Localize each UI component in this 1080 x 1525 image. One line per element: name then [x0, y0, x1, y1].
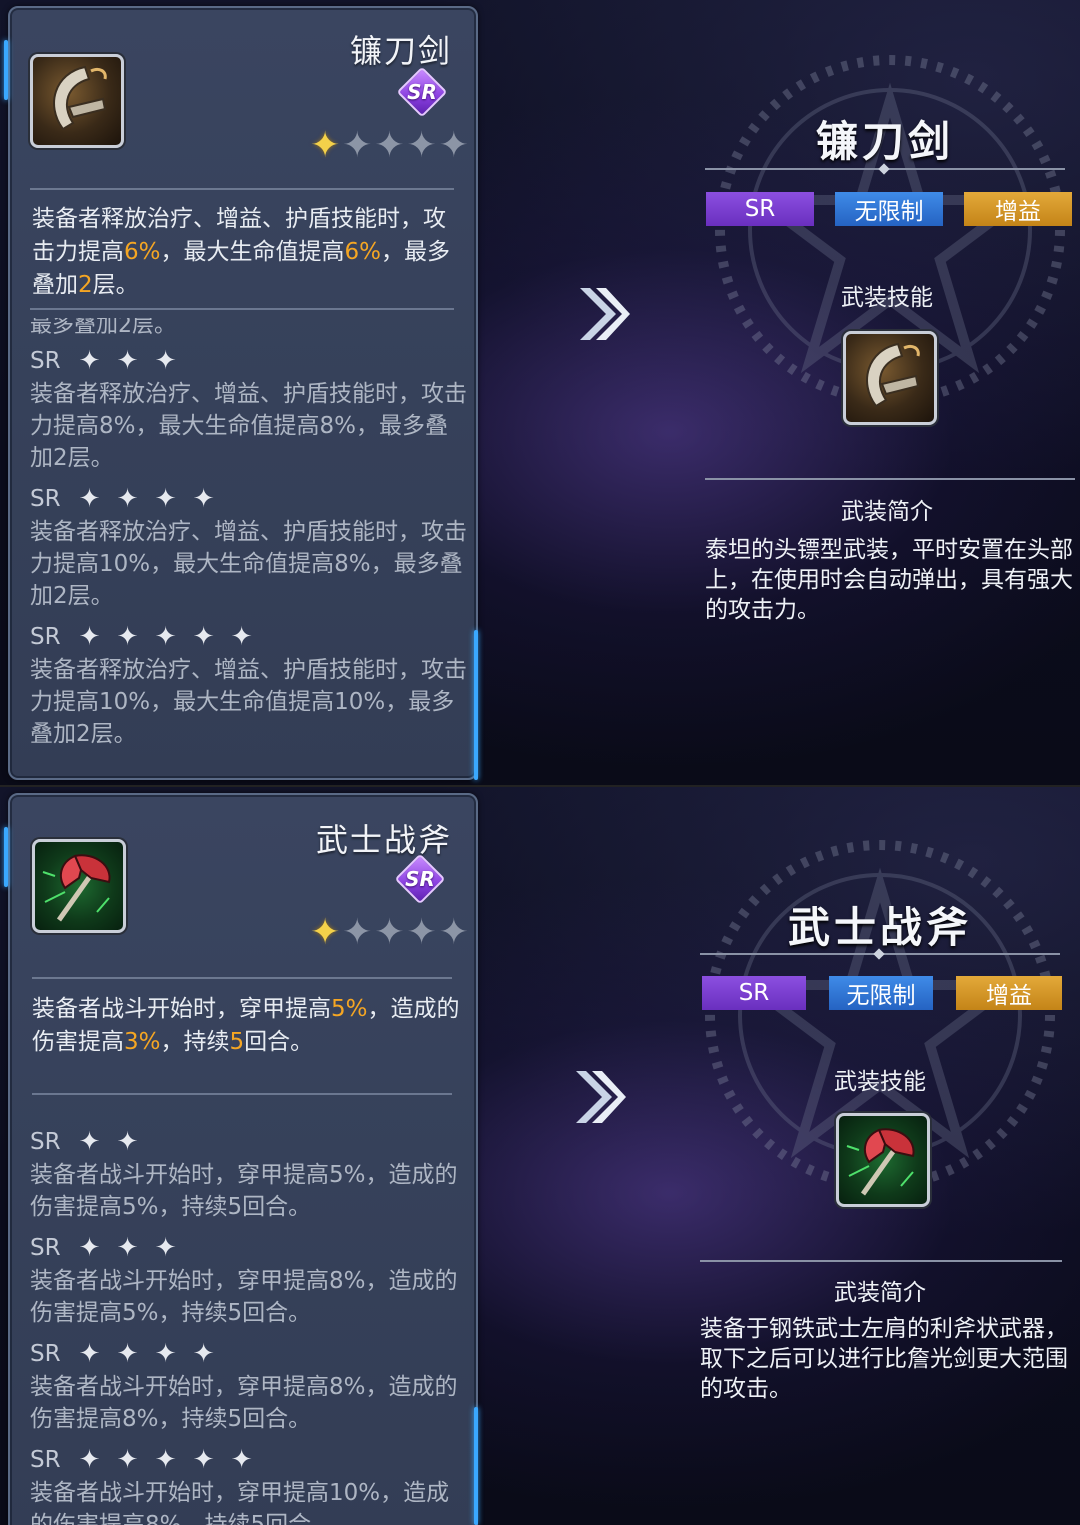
main-effect-text: 装备者释放治疗、增益、护盾技能时，攻击力提高6%，最大生命值提高6%，最多叠加2…: [32, 206, 450, 298]
list-item: SR ✦ ✦ ✦ ✦ ✦ 装备者释放治疗、增益、护盾技能时，攻击力提高10%，最大…: [30, 622, 467, 747]
intro-text: 装备于钢铁武士左肩的利斧状武器，取下之后可以进行比詹光剑更大范围的攻击。: [700, 1316, 1068, 1402]
list-item: SR ✦ ✦ ✦ ✦ 装备者释放治疗、增益、护盾技能时，攻击力提高10%，最大生命…: [30, 484, 467, 609]
star-icon: ✦: [438, 125, 469, 166]
skill-label: 武装技能: [841, 285, 933, 311]
divider: [30, 188, 454, 190]
star-icon: ✦ ✦ ✦: [78, 1233, 181, 1263]
list-item: SR ✦ ✦ 装备者战斗开始时，穿甲提高5%，造成的伤害提高5%，持续5回合。: [30, 1127, 458, 1220]
chevron-right-icon: [576, 1071, 626, 1123]
weapon-name: 镰刀剑: [349, 32, 452, 70]
rarity-tag: SR: [706, 192, 814, 226]
intro-text: 泰坦的头镖型武装，平时安置在头部上，在使用时会自动弹出，具有强大的攻击力。: [705, 537, 1073, 623]
star-icon: ✦: [310, 912, 341, 953]
type-tag: 增益: [956, 976, 1062, 1010]
intro-label: 武装简介: [841, 499, 933, 525]
star-rating: ✦ ✦ ✦ ✦ ✦: [310, 128, 469, 164]
list-item: SR ✦ ✦ ✦ ✦ ✦ 装备者战斗开始时，穿甲提高10%，造成的伤害提高8%，持…: [30, 1445, 450, 1525]
divider: [32, 977, 452, 979]
battle-axe-icon: [846, 1128, 915, 1196]
weapon-detail-panel: 武士战斧 SR ✦ ✦ ✦ ✦ ✦ 装备者战斗开始时，穿甲提高5%，造成的伤害提…: [8, 793, 478, 1525]
skill-icon[interactable]: [836, 1113, 930, 1207]
info-title: 镰刀剑: [815, 117, 954, 166]
star-icon: ✦: [406, 125, 437, 166]
weapon-name: 武士战斧: [315, 821, 452, 859]
star-level-list[interactable]: 最多叠加2层。 SR ✦ ✦ ✦ 装备者释放治疗、增益、护盾技能时，攻击力提高8%…: [30, 318, 470, 758]
star-icon: ✦ ✦ ✦ ✦ ✦: [78, 622, 257, 652]
skill-icon[interactable]: [843, 331, 937, 425]
cutoff-text: 最多叠加2层。: [30, 318, 176, 334]
star-level-list[interactable]: SR ✦ ✦ 装备者战斗开始时，穿甲提高5%，造成的伤害提高5%，持续5回合。 S…: [30, 1125, 470, 1525]
star-icon: ✦: [342, 125, 373, 166]
rarity-tag: SR: [702, 976, 806, 1010]
star-icon: ✦: [342, 912, 373, 953]
star-icon: ✦: [406, 912, 437, 953]
chevron-right-icon: [580, 288, 630, 340]
rarity-badge: SR: [396, 66, 448, 118]
star-rating: ✦ ✦ ✦ ✦ ✦: [310, 915, 469, 951]
star-icon: ✦ ✦ ✦ ✦: [78, 1339, 219, 1369]
star-icon: ✦ ✦ ✦ ✦: [78, 484, 219, 514]
divider: [30, 308, 454, 310]
restriction-tag: 无限制: [835, 192, 943, 226]
type-tag: 增益: [964, 192, 1072, 226]
star-icon: ✦ ✦ ✦ ✦ ✦: [78, 1445, 257, 1475]
star-icon: ✦: [374, 912, 405, 953]
main-effect-text: 装备者战斗开始时，穿甲提高5%，造成的伤害提高3%，持续5回合。: [32, 996, 460, 1055]
rarity-badge: SR: [394, 853, 446, 905]
sickle-blade-icon: [30, 54, 124, 148]
list-item: SR ✦ ✦ ✦ 装备者战斗开始时，穿甲提高8%，造成的伤害提高5%，持续5回合。: [30, 1233, 458, 1326]
weapon-detail-panel: 镰刀剑 SR ✦ ✦ ✦ ✦ ✦ 装备者释放治疗、增益、护盾技能时，攻击力提高6…: [8, 6, 478, 780]
weapon-screen-1: 镰刀剑 SR ✦ ✦ ✦ ✦ ✦ 装备者释放治疗、增益、护盾技能时，攻击力提高6…: [0, 0, 1080, 785]
star-icon: ✦: [374, 125, 405, 166]
list-item: SR ✦ ✦ ✦ ✦ 装备者战斗开始时，穿甲提高8%，造成的伤害提高8%，持续5回…: [30, 1339, 458, 1432]
star-icon: ✦ ✦: [78, 1127, 143, 1157]
info-title: 武士战斧: [787, 903, 972, 952]
sickle-blade-icon: [866, 342, 920, 408]
star-icon: ✦: [438, 912, 469, 953]
restriction-tag: 无限制: [829, 976, 933, 1010]
star-icon: ✦ ✦ ✦: [78, 346, 181, 376]
star-icon: ✦: [310, 125, 341, 166]
divider: [32, 1093, 452, 1095]
list-item: SR ✦ ✦ ✦ 装备者释放治疗、增益、护盾技能时，攻击力提高8%，最大生命值提高…: [30, 346, 467, 471]
battle-axe-icon: [32, 839, 126, 933]
skill-label: 武装技能: [834, 1069, 926, 1095]
weapon-screen-2: 武士战斧 SR ✦ ✦ ✦ ✦ ✦ 装备者战斗开始时，穿甲提高5%，造成的伤害提…: [0, 787, 1080, 1525]
intro-label: 武装简介: [834, 1280, 926, 1306]
